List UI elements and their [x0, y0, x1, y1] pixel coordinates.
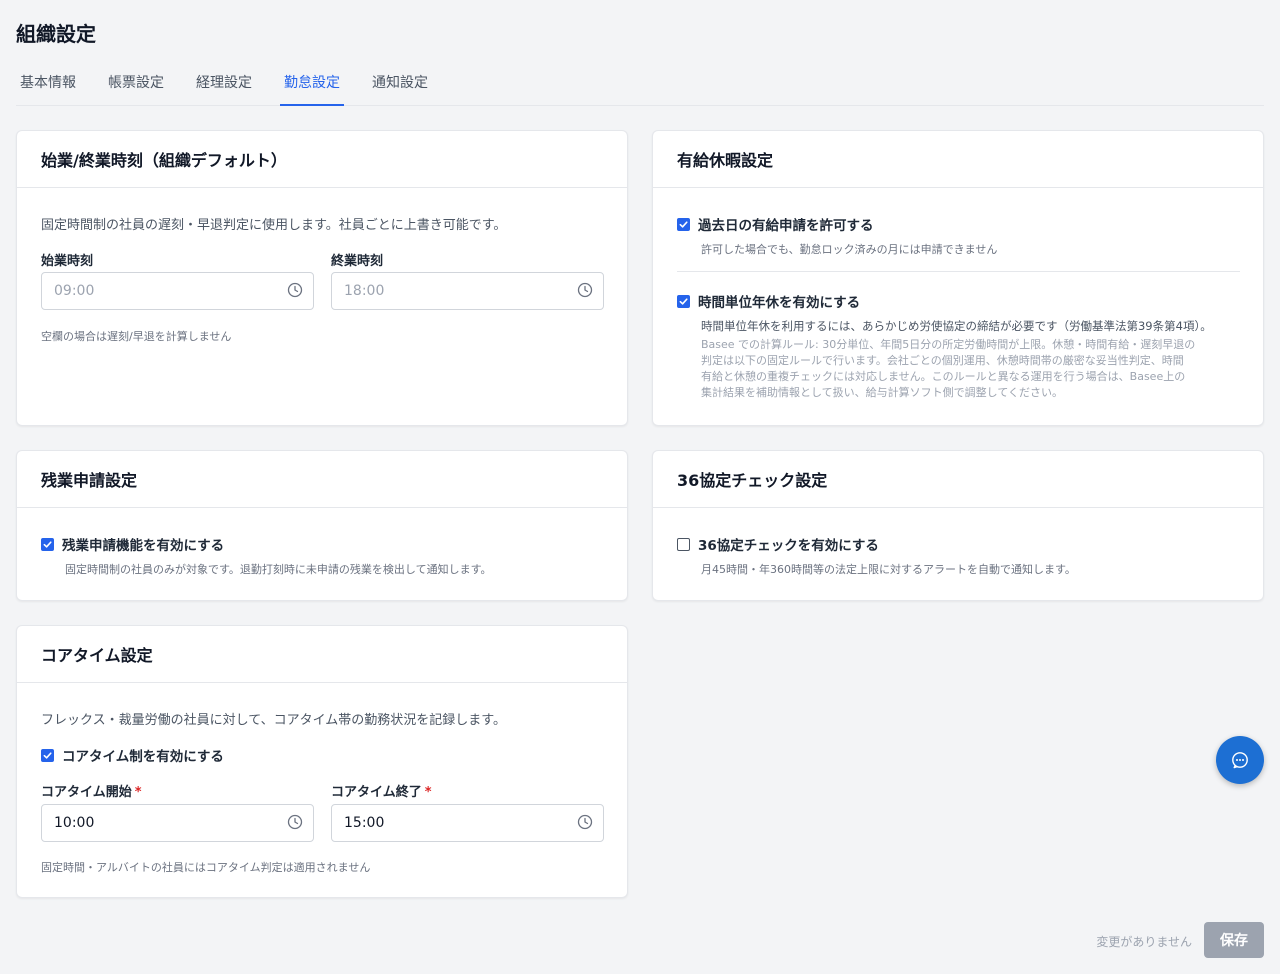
tab-attendance-settings[interactable]: 勤怠設定	[280, 66, 344, 106]
work-hours-card: 始業/終業時刻（組織デフォルト） 固定時間制の社員の遅刻・早退判定に使用します。…	[16, 130, 628, 426]
hourly-leave-rule-line: 判定は以下の固定ルールで行います。会社ごとの個別運用、休憩時間帯の厳密な妥当性判…	[701, 354, 1184, 367]
overtime-hint: 固定時間制の社員のみが対象です。退勤打刻時に未申請の残業を検出して通知します。	[65, 563, 492, 576]
check-icon	[43, 751, 52, 759]
save-status-text: 変更がありません	[1096, 935, 1192, 949]
agreement36-title: 36協定チェック設定	[653, 451, 1263, 508]
hourly-leave-checkbox[interactable]	[677, 294, 690, 308]
start-time-label: 始業時刻	[41, 254, 94, 269]
core-time-description: フレックス・裁量労働の社員に対して、コアタイム帯の勤務状況を記録します。	[41, 713, 507, 728]
hourly-leave-description: 時間単位年休を利用するには、あらかじめ労使協定の締結が必要です（労働基準法第39…	[701, 319, 1212, 333]
past-date-leave-hint: 許可した場合でも、勤怠ロック済みの月には申請できません	[701, 243, 998, 256]
start-time-input[interactable]: 09:00	[41, 272, 314, 310]
core-time-checkbox[interactable]	[41, 748, 54, 762]
hourly-leave-rules: Basee での計算ルール: 30分単位、年間5日分の所定労働時間が上限。休憩・…	[701, 337, 1195, 401]
hourly-leave-rule-line: 有給と休憩の重複チェックには対応しません。このルールと異なる運用を行う場合は、B…	[701, 370, 1186, 383]
hourly-leave-label: 時間単位年休を有効にする	[698, 295, 861, 311]
past-date-leave-option[interactable]: 過去日の有給申請を許可する	[677, 214, 874, 234]
hourly-leave-rule-line: 集計結果を補助情報として扱い、給与計算ソフト側で調整してください。	[701, 386, 1064, 399]
agreement36-option[interactable]: 36協定チェックを有効にする	[677, 534, 879, 554]
work-hours-title: 始業/終業時刻（組織デフォルト）	[17, 131, 627, 188]
core-start-input[interactable]: 10:00	[41, 804, 314, 842]
agreement36-checkbox[interactable]	[677, 537, 690, 551]
core-end-input[interactable]: 15:00	[331, 804, 604, 842]
work-hours-description: 固定時間制の社員の遅刻・早退判定に使用します。社員ごとに上書き可能です。	[41, 218, 507, 233]
core-time-title: コアタイム設定	[17, 626, 627, 683]
end-time-label: 終業時刻	[331, 254, 384, 269]
overtime-checkbox[interactable]	[41, 537, 54, 551]
agreement36-hint: 月45時間・年360時間等の法定上限に対するアラートを自動で通知します。	[701, 563, 1076, 576]
settings-tabs: 基本情報 帳票設定 経理設定 勤怠設定 通知設定	[16, 66, 1264, 106]
past-date-leave-checkbox[interactable]	[677, 217, 690, 231]
clock-icon[interactable]	[577, 814, 593, 830]
core-time-hint: 固定時間・アルバイトの社員にはコアタイム判定は適用されません	[41, 861, 371, 874]
clock-icon[interactable]	[287, 814, 303, 830]
core-time-card: コアタイム設定 フレックス・裁量労働の社員に対して、コアタイム帯の勤務状況を記録…	[16, 625, 628, 898]
tab-accounting-settings[interactable]: 経理設定	[192, 66, 256, 106]
paid-leave-title: 有給休暇設定	[653, 131, 1263, 188]
clock-icon[interactable]	[287, 282, 303, 298]
check-icon	[679, 220, 688, 228]
clock-icon[interactable]	[577, 282, 593, 298]
overtime-card: 残業申請設定 残業申請機能を有効にする 固定時間制の社員のみが対象です。退勤打刻…	[16, 450, 628, 601]
required-mark: *	[134, 785, 142, 800]
core-start-label-text: コアタイム開始	[41, 785, 132, 800]
past-date-leave-label: 過去日の有給申請を許可する	[698, 218, 874, 234]
core-time-option[interactable]: コアタイム制を有効にする	[41, 745, 224, 765]
agreement36-label: 36協定チェックを有効にする	[698, 538, 879, 554]
overtime-title: 残業申請設定	[17, 451, 627, 508]
required-mark: *	[424, 785, 432, 800]
tab-form-settings[interactable]: 帳票設定	[104, 66, 168, 106]
hourly-leave-option[interactable]: 時間単位年休を有効にする	[677, 291, 860, 311]
chat-bubble-icon	[1232, 752, 1248, 769]
tab-notification-settings[interactable]: 通知設定	[368, 66, 432, 106]
overtime-label: 残業申請機能を有効にする	[62, 538, 225, 554]
paid-leave-card: 有給休暇設定 過去日の有給申請を許可する 許可した場合でも、勤怠ロック済みの月に…	[652, 130, 1264, 426]
save-button[interactable]: 保存	[1204, 922, 1264, 958]
core-time-label: コアタイム制を有効にする	[62, 749, 224, 765]
page-title: 組織設定	[16, 22, 96, 46]
tab-basic-info[interactable]: 基本情報	[16, 66, 80, 106]
end-time-input[interactable]: 18:00	[331, 272, 604, 310]
chat-button[interactable]	[1216, 736, 1264, 784]
check-icon	[679, 297, 688, 305]
core-end-label-text: コアタイム終了	[331, 785, 422, 800]
core-end-label: コアタイム終了 *	[331, 781, 432, 800]
overtime-option[interactable]: 残業申請機能を有効にする	[41, 534, 224, 554]
section-divider	[677, 271, 1240, 272]
hourly-leave-rule-line: Basee での計算ルール: 30分単位、年間5日分の所定労働時間が上限。休憩・…	[701, 338, 1196, 351]
core-start-label: コアタイム開始 *	[41, 781, 142, 800]
check-icon	[43, 540, 52, 548]
work-hours-hint: 空欄の場合は遅刻/早退を計算しません	[41, 330, 232, 343]
agreement36-card: 36協定チェック設定 36協定チェックを有効にする 月45時間・年360時間等の…	[652, 450, 1264, 601]
